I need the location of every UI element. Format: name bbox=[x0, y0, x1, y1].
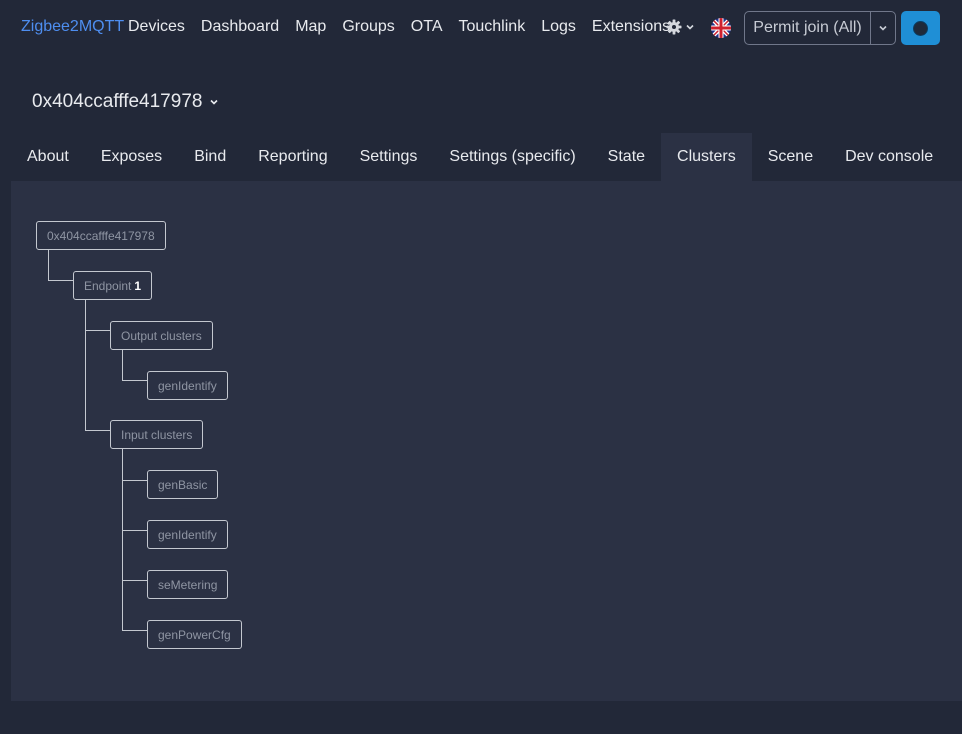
tree-node-cluster: genIdentify bbox=[147, 520, 228, 549]
permit-join-button-group: Permit join (All) bbox=[744, 11, 896, 45]
tab-about[interactable]: About bbox=[11, 133, 85, 181]
device-selector[interactable]: 0x404ccafffe417978 bbox=[32, 91, 219, 113]
device-tabs: About Exposes Bind Reporting Settings Se… bbox=[11, 133, 949, 181]
gear-icon bbox=[666, 19, 682, 35]
chevron-down-icon bbox=[210, 99, 219, 105]
status-button[interactable] bbox=[901, 11, 940, 45]
endpoint-label: Endpoint bbox=[84, 278, 132, 293]
tree-node-cluster: genPowerCfg bbox=[147, 620, 242, 649]
permit-join-dropdown-toggle[interactable] bbox=[871, 12, 895, 44]
nav-map[interactable]: Map bbox=[295, 18, 326, 36]
device-title: 0x404ccafffe417978 bbox=[32, 91, 203, 112]
navbar: Zigbee2MQTT Devices Dashboard Map Groups… bbox=[0, 0, 962, 56]
tab-exposes[interactable]: Exposes bbox=[85, 133, 178, 181]
nav-groups[interactable]: Groups bbox=[342, 18, 394, 36]
clusters-panel: 0x404ccafffe417978 Endpoint 1 Output clus… bbox=[11, 181, 962, 701]
tree-node-cluster: seMetering bbox=[147, 570, 229, 599]
tree-node-device: 0x404ccafffe417978 bbox=[36, 221, 166, 250]
nav-links: Devices Dashboard Map Groups OTA Touchli… bbox=[128, 18, 686, 36]
chevron-down-icon bbox=[686, 24, 694, 30]
brand-link[interactable]: Zigbee2MQTT bbox=[21, 18, 124, 36]
tab-clusters[interactable]: Clusters bbox=[661, 133, 752, 181]
tab-reporting[interactable]: Reporting bbox=[242, 133, 343, 181]
tree-node-cluster: genIdentify bbox=[147, 371, 228, 400]
chevron-down-icon bbox=[879, 25, 887, 31]
uk-flag-icon[interactable] bbox=[711, 18, 731, 38]
tree-node-endpoint: Endpoint 1 bbox=[73, 271, 153, 300]
tab-dev-console[interactable]: Dev console bbox=[829, 133, 949, 181]
nav-ota[interactable]: OTA bbox=[411, 18, 443, 36]
permit-join-button[interactable]: Permit join (All) bbox=[745, 12, 871, 44]
endpoint-id: 1 bbox=[134, 278, 142, 293]
tab-settings-specific[interactable]: Settings (specific) bbox=[433, 133, 591, 181]
tab-bind[interactable]: Bind bbox=[178, 133, 242, 181]
tab-settings[interactable]: Settings bbox=[344, 133, 434, 181]
settings-dropdown[interactable] bbox=[666, 19, 695, 35]
nav-touchlink[interactable]: Touchlink bbox=[458, 18, 525, 36]
nav-extensions[interactable]: Extensions bbox=[592, 18, 670, 36]
status-dot-icon bbox=[913, 20, 928, 36]
tab-scene[interactable]: Scene bbox=[752, 133, 829, 181]
tree-node-cluster: genBasic bbox=[147, 470, 219, 499]
tree-node-input-clusters: Input clusters bbox=[110, 420, 204, 449]
nav-dashboard[interactable]: Dashboard bbox=[201, 18, 279, 36]
tree-node-output-clusters: Output clusters bbox=[110, 321, 213, 350]
nav-logs[interactable]: Logs bbox=[541, 18, 576, 36]
nav-devices[interactable]: Devices bbox=[128, 18, 185, 36]
tab-state[interactable]: State bbox=[592, 133, 661, 181]
